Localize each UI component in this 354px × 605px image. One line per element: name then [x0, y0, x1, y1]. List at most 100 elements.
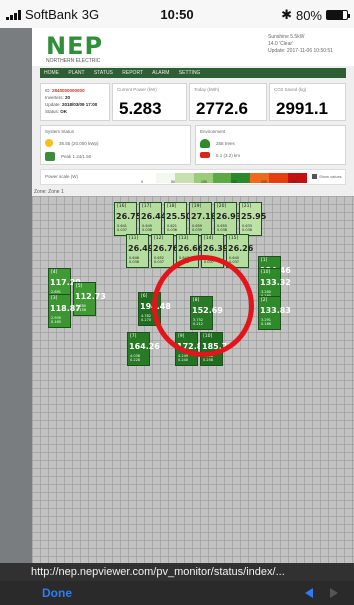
solar-panel-tile[interactable]: [11] 26.49 0.646 0.038	[126, 234, 153, 268]
browser-toolbar: Done	[0, 581, 354, 605]
battery-info: ✱ 80%	[281, 7, 350, 23]
back-arrow-icon[interactable]	[305, 588, 313, 598]
scale-swatch	[137, 173, 156, 183]
house-icon	[45, 152, 55, 161]
panel-id: [2]	[261, 298, 268, 303]
panel-power: 133.83	[260, 306, 291, 315]
site-header: NEP NORTHERN ELECTRIC Sunshine 5.5kW 14.…	[32, 28, 354, 66]
weather-widget: Sunshine 5.5kW 14.0 'Clear' Update: 2017…	[268, 34, 348, 55]
detail-line: 5.1 (3.2) km	[200, 152, 240, 158]
panel-subvalues: 4.782 0.270	[141, 314, 152, 322]
solar-panel-tile[interactable]: [18] 25.50 0.621 0.036	[164, 202, 191, 236]
panel-power: 26.75	[116, 212, 142, 221]
solar-panel-tile[interactable]: [17] 26.44 0.649 0.038	[139, 202, 166, 236]
panel-id: [6]	[141, 294, 148, 299]
today-energy-value: 2772.6	[196, 99, 248, 118]
panel-subvalues: 0.633 0.036	[242, 224, 253, 232]
show-values-checkbox[interactable]	[312, 174, 317, 179]
solar-panel-tile[interactable]: [21] 25.95 0.633 0.036	[239, 202, 266, 236]
panel-subvalues: 2.930 0.165	[51, 316, 62, 324]
nav-item-home[interactable]: HOME	[44, 70, 59, 76]
nav-item-alarm[interactable]: ALARM	[152, 70, 169, 76]
panel-power: 26.26	[228, 244, 254, 253]
tree-icon	[200, 139, 210, 148]
panel-power: 25.50	[166, 212, 192, 221]
panel-subvalues: 3.291 0.186	[261, 318, 272, 326]
panel-power: 112.73	[75, 292, 106, 301]
panel-id: [18]	[167, 204, 177, 209]
forward-arrow-icon[interactable]	[330, 588, 338, 598]
panel-id: [1]	[261, 258, 268, 263]
stat-caption: Current Power (kW)	[117, 87, 157, 92]
nav-item-plant[interactable]: PLANT	[68, 70, 84, 76]
nav-item-status[interactable]: STATUS	[94, 70, 113, 76]
environment-box: Environment 258 trees 5.1 (3.2) km	[195, 125, 346, 165]
bluetooth-icon: ✱	[281, 7, 292, 22]
plant-info-box: ID: 2840000000000 Inverters: 20 Update: …	[40, 83, 110, 121]
info-line: Inverters: 20	[45, 95, 71, 100]
panel-subvalues: 4.249 0.240	[178, 354, 189, 362]
stat-caption: Today (kWh)	[194, 87, 220, 92]
main-nav: HOME PLANT STATUS REPORT ALARM SETTING	[40, 68, 346, 78]
solar-panel-tile[interactable]: [12] 26.76 0.652 0.037	[151, 234, 178, 268]
panel-id: [16]	[117, 204, 127, 209]
panel-power: 27.18	[191, 212, 217, 221]
panel-id: [10]	[261, 270, 271, 275]
panel-id: [15]	[229, 236, 239, 241]
panel-subvalues: 0.641 0.037	[117, 224, 128, 232]
scale-swatch	[212, 173, 232, 183]
panel-power: 26.44	[141, 212, 167, 221]
detail-line: Peak 1.24/1.50	[45, 152, 91, 161]
panel-subvalues: 0.621 0.036	[167, 224, 178, 232]
panel-power: 26.93	[216, 212, 242, 221]
weather-line: 14.0 'Clear'	[268, 41, 293, 47]
info-line: Update: 2018/03/09 17:00	[45, 102, 98, 107]
co2-value: 2991.1	[276, 99, 328, 118]
nep-logo[interactable]: NEP	[46, 32, 103, 60]
scale-swatch	[269, 173, 289, 183]
panel-power: 133.32	[260, 278, 291, 287]
panel-subvalues: 0.652 0.037	[154, 256, 165, 264]
stat-caption: CO2 Saved (kg)	[274, 87, 307, 92]
panel-id: [12]	[154, 236, 164, 241]
today-energy-box: Today (kWh) 2772.6	[189, 83, 267, 121]
panel-id: [17]	[142, 204, 152, 209]
panel-power: 26.66	[178, 244, 204, 253]
solar-panel-tile[interactable]: [7] 164.26 4.038 0.228	[127, 332, 160, 366]
show-values-label: Show values	[319, 174, 342, 179]
summary-stats: ID: 2840000000000 Inverters: 20 Update: …	[40, 83, 346, 121]
ios-status-bar: SoftBank 3G 10:50 ✱ 80%	[0, 0, 354, 28]
nav-item-setting[interactable]: SETTING	[179, 70, 201, 76]
current-power-value: 5.283	[119, 99, 162, 118]
panel-id: [13]	[179, 236, 189, 241]
detail-line: 36.55 (20.000 kWp)	[45, 139, 99, 147]
panel-power: 26.39	[203, 244, 229, 253]
url-display: http://nep.nepviewer.com/pv_monitor/stat…	[0, 563, 354, 581]
scale-tick: 0	[141, 180, 143, 184]
panel-power: 118.87	[50, 304, 81, 313]
logo-subtitle: NORTHERN ELECTRIC	[46, 58, 101, 64]
zone-label: Zone: Zone 1	[34, 189, 64, 195]
solar-panel-tile[interactable]: [2] 133.83 3.291 0.186	[258, 296, 291, 330]
info-line: Status: OK	[45, 109, 68, 114]
co2-box: CO2 Saved (kg) 2991.1	[269, 83, 346, 121]
panel-power: 25.95	[241, 212, 267, 221]
panel-subvalues: 4.038 0.228	[130, 354, 141, 362]
highlight-circle	[152, 255, 254, 357]
solar-panel-tile[interactable]: [16] 26.75 0.641 0.037	[114, 202, 141, 236]
legend-label: Power scale (W)	[45, 174, 79, 179]
done-button[interactable]: Done	[42, 586, 72, 600]
scale-tick: 200	[261, 180, 267, 184]
panel-power: 164.26	[129, 342, 160, 351]
battery-percent: 80%	[295, 7, 322, 23]
scale-tick: 100	[201, 180, 207, 184]
nav-item-report[interactable]: REPORT	[122, 70, 143, 76]
panel-id: [19]	[192, 204, 202, 209]
panel-subvalues: 0.659 0.039	[192, 224, 203, 232]
solar-panel-tile[interactable]: [3] 118.87 2.930 0.165	[48, 294, 81, 328]
panel-id: [21]	[242, 204, 252, 209]
solar-panel-tile[interactable]: [19] 27.18 0.659 0.039	[189, 202, 216, 236]
solar-panel-tile[interactable]: [20] 26.93 0.655 0.038	[214, 202, 241, 236]
panel-subvalues: 0.655 0.038	[217, 224, 228, 232]
panel-id: [7]	[130, 334, 137, 339]
